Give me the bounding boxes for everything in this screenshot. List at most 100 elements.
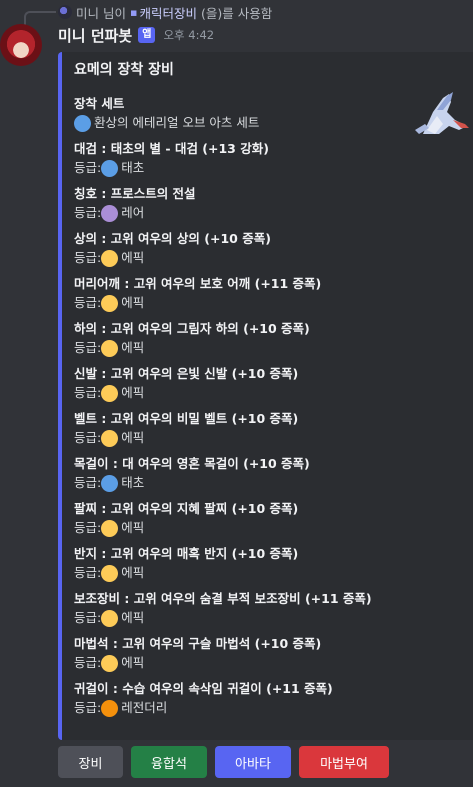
embed-field: 머리어깨 : 고위 여우의 보호 어깨 (+11 증폭) 등급: 에픽 xyxy=(74,275,473,313)
embed-field: 칭호 : 프로스트의 전설등급: 레어 xyxy=(74,185,473,223)
command-name[interactable]: 캐릭터장비 xyxy=(139,3,197,22)
grade-label: 등급: xyxy=(74,565,102,580)
field-value: 등급: 태초 xyxy=(74,158,473,178)
reply-avatar xyxy=(58,5,72,19)
embed-field: 반지 : 고위 여우의 매혹 반지 (+10 증폭) 등급: 에픽 xyxy=(74,545,473,583)
command-mention[interactable]: ▪ 캐릭터장비 xyxy=(130,3,197,22)
grade-value: 에픽 xyxy=(121,295,145,310)
reply-connector xyxy=(24,11,56,25)
yellow-circle-icon xyxy=(101,339,119,357)
field-value: 등급: 에픽 xyxy=(74,383,473,403)
field-name: 목걸이 : 대 여우의 영혼 목걸이 (+10 증폭) xyxy=(74,456,310,471)
grade-value: 에픽 xyxy=(121,250,145,265)
embed-field: 상의 : 고위 여우의 상의 (+10 증폭) 등급: 에픽 xyxy=(74,230,473,268)
embed-field: 팔찌 : 고위 여우의 지혜 팔찌 (+10 증폭) 등급: 에픽 xyxy=(74,500,473,538)
yellow-circle-icon xyxy=(101,384,119,402)
grade-label: 등급: xyxy=(74,160,102,175)
app-badge: 앱 xyxy=(138,27,156,43)
action-button-1[interactable]: 장비 xyxy=(58,746,123,778)
yellow-circle-icon xyxy=(101,609,119,627)
grade-label: 등급: xyxy=(74,385,102,400)
field-value: 등급: 에픽 xyxy=(74,428,473,448)
yellow-circle-icon xyxy=(101,654,119,672)
grade-value: 레전더리 xyxy=(121,700,168,715)
yellow-circle-icon xyxy=(101,249,119,267)
field-name: 마법석 : 고위 여우의 구슬 마법석 (+10 증폭) xyxy=(74,636,322,651)
grade-value: 태초 xyxy=(121,475,145,490)
grade-value: 에픽 xyxy=(121,520,145,535)
grade-value: 에픽 xyxy=(121,610,145,625)
field-value: 등급: 에픽 xyxy=(74,338,473,358)
field-value: 등급: 에픽 xyxy=(74,563,473,583)
author-name[interactable]: 미니 던파봇 xyxy=(58,25,132,46)
timestamp: 오후 4:42 xyxy=(163,28,215,42)
field-value: 등급: 에픽 xyxy=(74,518,473,538)
embed-field: 마법석 : 고위 여우의 구슬 마법석 (+10 증폭) 등급: 에픽 xyxy=(74,635,473,673)
grade-label: 등급: xyxy=(74,295,102,310)
blue-circle-icon xyxy=(74,114,91,132)
embed-fields: 장착 세트 환상의 에테리얼 오브 아츠 세트 대검 : 태초의 별 - 대검 (+… xyxy=(74,95,473,725)
field-name: 머리어깨 : 고위 여우의 보호 어깨 (+11 증폭) xyxy=(74,276,322,291)
grade-label: 등급: xyxy=(74,205,102,220)
action-row: 장비 융합석 아바타 마법부여 xyxy=(58,746,389,778)
action-button-2[interactable]: 융합석 xyxy=(131,746,207,778)
blue-circle-icon xyxy=(101,474,119,492)
orange-circle-icon xyxy=(101,699,119,717)
field-value: 등급: 에픽 xyxy=(74,293,473,313)
field-value: 등급: 에픽 xyxy=(74,248,473,268)
field-name: 벨트 : 고위 여우의 비밀 벨트 (+10 증폭) xyxy=(74,411,299,426)
grade-label: 등급: xyxy=(74,430,102,445)
field-name: 귀걸이 : 수습 여우의 속삭임 귀걸이 (+11 증폭) xyxy=(74,681,333,696)
grade-value: 에픽 xyxy=(121,430,145,445)
grade-label: 등급: xyxy=(74,610,102,625)
action-button-3[interactable]: 아바타 xyxy=(215,746,291,778)
set-name: 환상의 에테리얼 오브 아츠 세트 xyxy=(94,115,260,130)
grade-label: 등급: xyxy=(74,520,102,535)
message-header: 미니 던파봇 앱 오후 4:42 xyxy=(58,24,214,46)
grade-label: 등급: xyxy=(74,475,102,490)
blue-circle-icon xyxy=(101,159,119,177)
field-name: 반지 : 고위 여우의 매혹 반지 (+10 증폭) xyxy=(74,546,299,561)
field-name: 팔찌 : 고위 여우의 지혜 팔찌 (+10 증폭) xyxy=(74,501,299,516)
yellow-circle-icon xyxy=(101,429,119,447)
grade-value: 에픽 xyxy=(121,655,145,670)
character-thumbnail xyxy=(415,92,469,134)
grade-value: 에픽 xyxy=(121,565,145,580)
yellow-circle-icon xyxy=(101,294,119,312)
grade-label: 등급: xyxy=(74,340,102,355)
yellow-circle-icon xyxy=(101,519,119,537)
bot-avatar[interactable] xyxy=(0,24,42,66)
embed-field: 벨트 : 고위 여우의 비밀 벨트 (+10 증폭) 등급: 에픽 xyxy=(74,410,473,448)
field-value: 등급: 태초 xyxy=(74,473,473,493)
embed: 요메의 장착 장비 장착 세트 환상의 에테리얼 오브 아츠 세트 대검 : 태초의… xyxy=(58,52,473,740)
field-value: 등급: 에픽 xyxy=(74,608,473,628)
field-name: 대검 : 태초의 별 - 대검 (+13 강화) xyxy=(74,141,269,156)
field-value: 등급: 레어 xyxy=(74,203,473,223)
yellow-circle-icon xyxy=(101,564,119,582)
embed-field: 신발 : 고위 여우의 은빛 신발 (+10 증폭) 등급: 에픽 xyxy=(74,365,473,403)
field-name: 하의 : 고위 여우의 그림자 하의 (+10 증폭) xyxy=(74,321,310,336)
grade-value: 에픽 xyxy=(121,385,145,400)
embed-field: 보조장비 : 고위 여우의 숨결 부적 보조장비 (+11 증폭) 등급: 에픽 xyxy=(74,590,473,628)
field-value: 등급: 에픽 xyxy=(74,653,473,673)
embed-title: 요메의 장착 장비 xyxy=(74,62,174,78)
field-name: 보조장비 : 고위 여우의 숨결 부적 보조장비 (+11 증폭) xyxy=(74,591,372,606)
grade-label: 등급: xyxy=(74,700,102,715)
field-name: 신발 : 고위 여우의 은빛 신발 (+10 증폭) xyxy=(74,366,299,381)
grade-label: 등급: xyxy=(74,250,102,265)
action-button-4[interactable]: 마법부여 xyxy=(299,746,389,778)
field-value: 등급: 레전더리 xyxy=(74,698,473,718)
grade-label: 등급: xyxy=(74,655,102,670)
embed-field: 대검 : 태초의 별 - 대검 (+13 강화) 등급: 태초 xyxy=(74,140,473,178)
embed-field: 귀걸이 : 수습 여우의 속삭임 귀걸이 (+11 증폭) 등급: 레전더리 xyxy=(74,680,473,718)
grade-value: 레어 xyxy=(121,205,145,220)
field-name: 칭호 : 프로스트의 전설 xyxy=(74,186,196,201)
field-name: 상의 : 고위 여우의 상의 (+10 증폭) xyxy=(74,231,271,246)
slash-command-icon: ▪ xyxy=(129,5,138,19)
grade-value: 태초 xyxy=(121,160,145,175)
reply-context[interactable]: 미니 님이 ▪ 캐릭터장비 (을)를 사용함 xyxy=(58,3,272,21)
purple-circle-icon xyxy=(101,204,119,222)
embed-field: 하의 : 고위 여우의 그림자 하의 (+10 증폭) 등급: 에픽 xyxy=(74,320,473,358)
reply-suffix: (을)를 사용함 xyxy=(200,5,273,21)
reply-user[interactable]: 미니 님이 xyxy=(76,3,126,22)
